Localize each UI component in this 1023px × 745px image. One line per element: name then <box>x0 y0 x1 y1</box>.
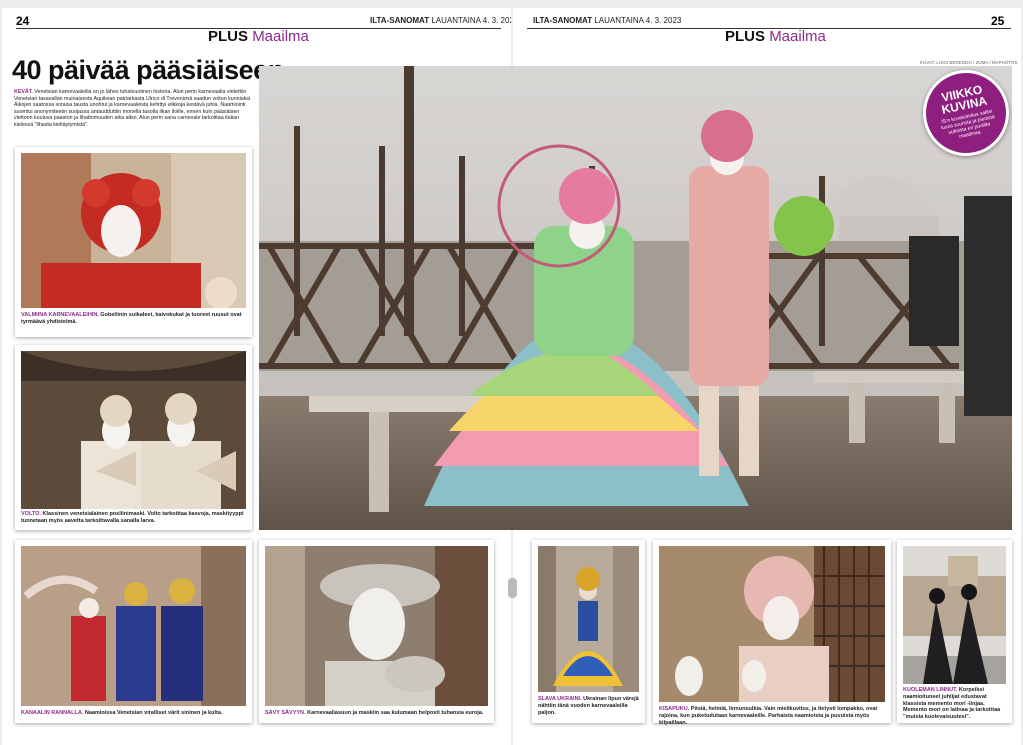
photo-credit: KUVAT: LUIGI BERENGO / ZUMA / MVPHOTOS <box>920 60 1018 65</box>
caption: KANAALIN RANNALLA. Naamioissa Venetsian … <box>21 710 223 716</box>
photo-card: KUOLEMAN LINNUT. Korpeiksi naamioituneet… <box>897 540 1012 723</box>
photo-card: VALMIINA KARNEVAALEIHIN. Gobeliinin suik… <box>15 147 252 337</box>
hero-photo <box>259 66 1012 530</box>
photo-card: SLAVA UKRAINI. Ukrainan lipun värejä näh… <box>532 540 645 723</box>
caption: VOLTO. Klassinen venetsialainen posliini… <box>21 511 244 524</box>
caption: SÄVY SÄVYYN. Karnevaaliasuun ja maskiin … <box>265 710 484 716</box>
photo-savy <box>265 546 488 706</box>
page-number-right: 25 <box>991 14 1005 28</box>
running-header-right: ILTA-SANOMAT LAUANTAINA 4. 3. 2023 <box>533 16 682 25</box>
photo-slava <box>538 546 639 692</box>
article-headline: 40 päivää pääsiäiseen <box>12 55 284 85</box>
photo-kanaali <box>21 546 246 706</box>
photo-card: KISAPUKU. Pitsiä, helmiä, linnunsulkia. … <box>653 540 891 726</box>
caption: SLAVA UKRAINI. Ukrainan lipun värejä näh… <box>538 696 639 716</box>
running-header-left: ILTA-SANOMAT LAUANTAINA 4. 3. 2023 <box>370 16 511 25</box>
photo-kisapuku <box>659 546 885 702</box>
photo-volto <box>21 351 246 509</box>
caption: KISAPUKU. Pitsiä, helmiä, linnunsulkia. … <box>659 706 878 726</box>
photo-card: VOLTO. Klassinen venetsialainen posliini… <box>15 345 252 530</box>
caption: KUOLEMAN LINNUT. Korpeiksi naamioituneet… <box>903 687 1001 721</box>
page-number-left: 24 <box>16 14 30 28</box>
article-lede: KEVÄT. Venetsian karnevaaleilla on jo lä… <box>14 89 252 128</box>
caption: VALMIINA KARNEVAALEIHIN. Gobeliinin suik… <box>21 312 242 325</box>
section-title-left: PLUS Maailma <box>208 28 309 45</box>
photo-valmiina <box>21 153 246 308</box>
photo-kuoleman <box>903 546 1006 684</box>
section-title-right: PLUS Maailma <box>725 28 826 45</box>
photo-card: SÄVY SÄVYYN. Karnevaaliasuun ja maskiin … <box>259 540 494 723</box>
photo-card: KANAALIN RANNALLA. Naamioissa Venetsian … <box>15 540 252 723</box>
page-scroll-handle[interactable] <box>508 578 517 598</box>
